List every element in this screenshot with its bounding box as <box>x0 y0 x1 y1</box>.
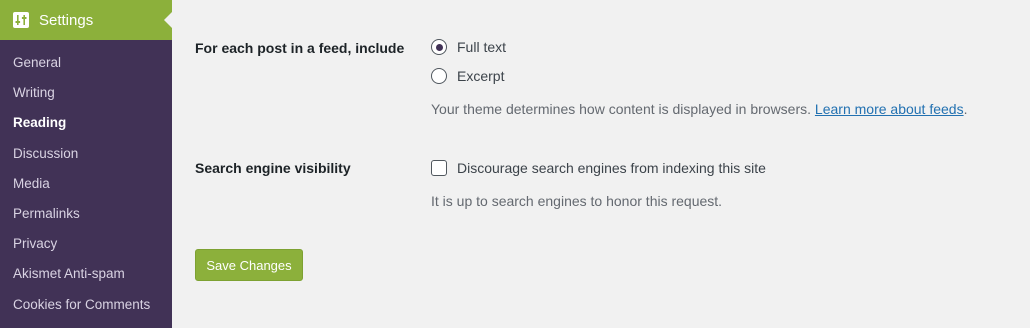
excerpt-radio[interactable] <box>431 68 447 84</box>
learn-more-feeds-link[interactable]: Learn more about feeds <box>815 101 964 117</box>
discourage-search-option[interactable]: Discourage search engines from indexing … <box>431 160 766 176</box>
full-text-label: Full text <box>457 39 507 55</box>
feed-description: Your theme determines how content is dis… <box>431 101 967 117</box>
search-visibility-label: Search engine visibility <box>195 160 351 176</box>
excerpt-label: Excerpt <box>457 68 505 84</box>
discourage-search-checkbox[interactable] <box>431 160 447 176</box>
sidebar-item-cookies-for-comments[interactable]: Cookies for Comments <box>0 290 172 320</box>
sidebar-item-permalinks[interactable]: Permalinks <box>0 199 172 229</box>
settings-sliders-icon <box>13 12 29 28</box>
sidebar-item-discussion[interactable]: Discussion <box>0 139 172 169</box>
full-text-option[interactable]: Full text <box>431 39 506 55</box>
save-changes-button[interactable]: Save Changes <box>195 249 303 281</box>
settings-main: For each post in a feed, include Full te… <box>172 0 1030 328</box>
settings-submenu: General Writing Reading Discussion Media… <box>0 48 172 320</box>
sidebar-item-writing[interactable]: Writing <box>0 78 172 108</box>
sidebar-item-general[interactable]: General <box>0 48 172 78</box>
sidebar-header-label: Settings <box>39 11 94 29</box>
admin-sidebar: Settings General Writing Reading Discuss… <box>0 0 172 328</box>
discourage-search-label: Discourage search engines from indexing … <box>457 160 766 176</box>
search-visibility-description: It is up to search engines to honor this… <box>431 193 723 209</box>
sidebar-item-reading[interactable]: Reading <box>0 108 172 138</box>
full-text-radio[interactable] <box>431 39 447 55</box>
sidebar-item-settings[interactable]: Settings <box>0 0 172 40</box>
sidebar-item-media[interactable]: Media <box>0 169 172 199</box>
sidebar-item-akismet[interactable]: Akismet Anti-spam <box>0 259 172 289</box>
excerpt-option[interactable]: Excerpt <box>431 68 504 84</box>
feed-description-text: Your theme determines how content is dis… <box>431 101 812 117</box>
feed-content-label: For each post in a feed, include <box>195 40 405 56</box>
active-menu-pointer <box>164 12 172 28</box>
feed-description-suffix: . <box>963 101 968 117</box>
sidebar-item-privacy[interactable]: Privacy <box>0 229 172 259</box>
